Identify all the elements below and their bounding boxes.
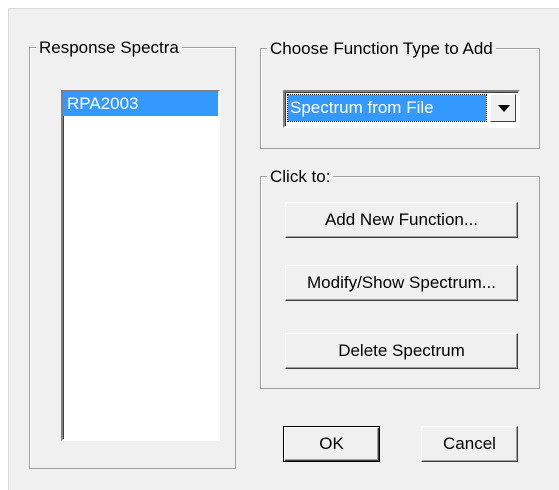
add-new-function-button[interactable]: Add New Function... [285, 202, 518, 238]
list-item[interactable]: RPA2003 [63, 92, 218, 116]
modify-show-spectrum-button[interactable]: Modify/Show Spectrum... [285, 265, 518, 301]
chevron-down-icon [498, 105, 510, 112]
function-type-dropdown[interactable]: Spectrum from File [283, 90, 520, 128]
delete-spectrum-button[interactable]: Delete Spectrum [285, 333, 518, 369]
dialog: Response Spectra RPA2003 Choose Function… [0, 0, 559, 490]
ok-button[interactable]: OK [283, 426, 380, 462]
response-spectra-legend: Response Spectra [36, 39, 182, 56]
click-to-legend: Click to: [267, 168, 334, 185]
cancel-button[interactable]: Cancel [421, 426, 518, 462]
function-type-legend: Choose Function Type to Add [267, 40, 496, 57]
function-type-selected[interactable]: Spectrum from File [287, 94, 487, 122]
dropdown-button[interactable] [490, 94, 516, 122]
spectra-listbox[interactable]: RPA2003 [61, 90, 220, 441]
